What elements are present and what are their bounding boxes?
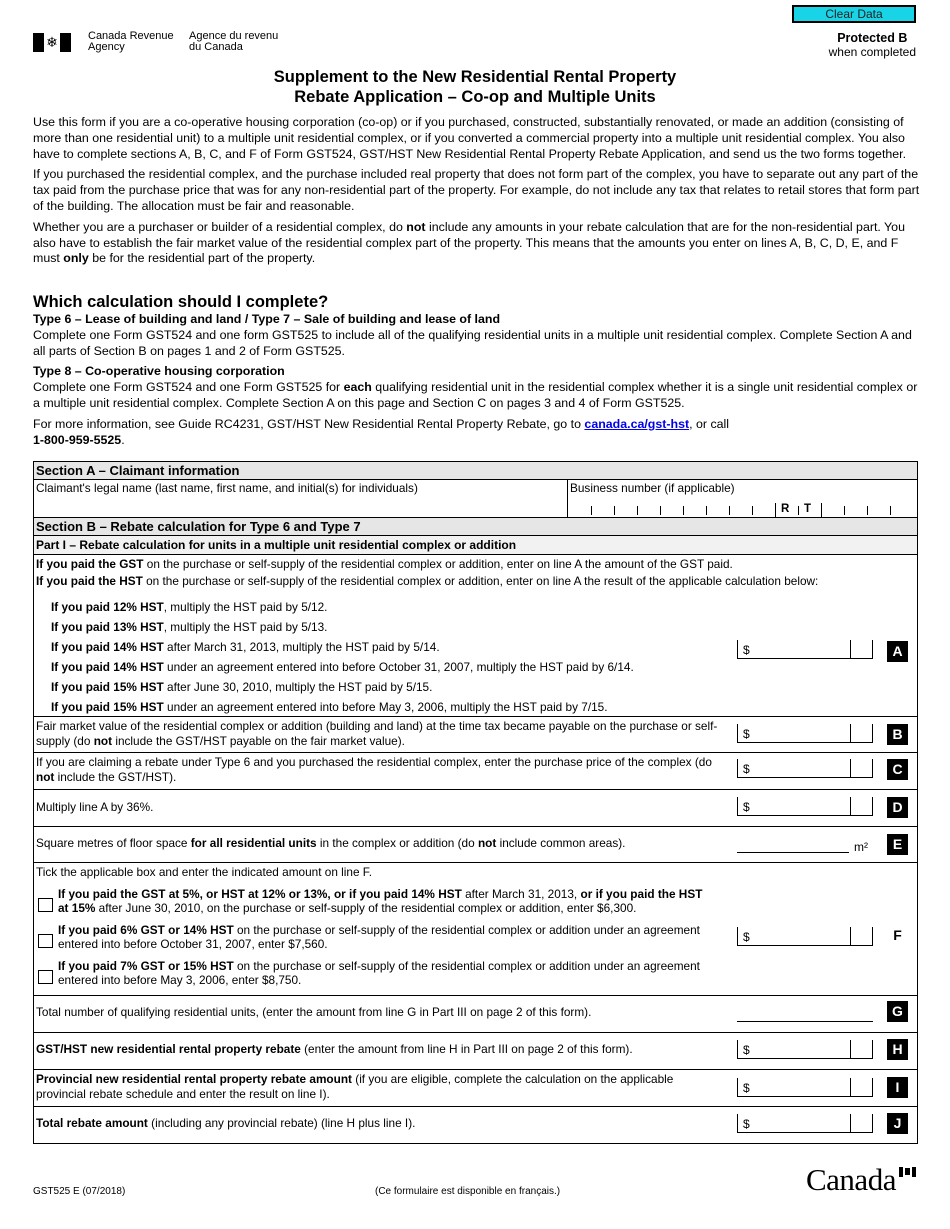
line-c-input[interactable]: $: [737, 759, 873, 778]
line-b-badge: B: [887, 724, 908, 745]
bn-t: T: [804, 502, 812, 515]
type8-heading: Type 8 – Co-operative housing corporatio…: [33, 364, 285, 379]
form-table: Section A – Claimant information Claiman…: [33, 461, 918, 1144]
line-f-row: Tick the applicable box and enter the in…: [34, 863, 917, 996]
agency-fr-line2: du Canada: [189, 41, 243, 53]
line-j-text: Total rebate amount (including any provi…: [36, 1116, 416, 1130]
hst-item: If you paid 14% HST under an agreement e…: [51, 660, 634, 674]
line-e-badge: E: [887, 834, 908, 855]
line-e-text: Square metres of floor space for all res…: [36, 836, 626, 850]
clear-data-button[interactable]: Clear Data: [792, 5, 916, 23]
line-f-option-1: If you paid the GST at 5%, or HST at 12%…: [34, 887, 714, 916]
section-a-header: Section A – Claimant information: [34, 462, 917, 480]
business-number-label: Business number (if applicable): [570, 481, 735, 495]
line-i-row: Provincial new residential rental proper…: [34, 1070, 917, 1107]
line-h-badge: H: [887, 1039, 908, 1060]
line-i-input[interactable]: $: [737, 1078, 873, 1097]
line-b-input[interactable]: $: [737, 724, 873, 743]
line-d-text: Multiply line A by 36%.: [36, 800, 154, 814]
type67-text: Complete one Form GST524 and one form GS…: [33, 327, 912, 358]
claimant-name-label: Claimant's legal name (last name, first …: [36, 481, 418, 495]
line-f-letter: F: [893, 927, 902, 943]
bn-r: R: [781, 502, 790, 515]
line-d-row: Multiply line A by 36%. $ D: [34, 790, 917, 827]
line-h-input[interactable]: $: [737, 1040, 873, 1059]
line-f-option-3: If you paid 7% GST or 15% HST on the pur…: [34, 959, 714, 988]
section-b-header: Section B – Rebate calculation for Type …: [34, 518, 917, 536]
option-3-checkbox[interactable]: [38, 969, 53, 984]
line-d-input[interactable]: $: [737, 797, 873, 816]
line-g-badge: G: [887, 1001, 908, 1022]
business-number-field[interactable]: Business number (if applicable) R T: [568, 480, 917, 517]
line-i-text: Provincial new residential rental proper…: [36, 1072, 674, 1101]
line-a-row: If you paid the GST on the purchase or s…: [34, 555, 917, 717]
part-1-header: Part I – Rebate calculation for units in…: [34, 536, 917, 555]
line-b-text: Fair market value of the residential com…: [36, 719, 718, 748]
wordmark-flag-icon: [899, 1167, 916, 1177]
canada-flag-icon: ❄: [33, 33, 71, 52]
gst-hst-link[interactable]: canada.ca/gst-hst: [584, 417, 689, 431]
line-j-input[interactable]: $: [737, 1114, 873, 1133]
protected-label: Protected B when completed: [829, 31, 916, 59]
form-code: GST525 E (07/2018): [33, 1186, 126, 1197]
hst-instruction: If you paid the HST on the purchase or s…: [36, 574, 819, 588]
title-line-2: Rebate Application – Co-op and Multiple …: [294, 88, 656, 106]
line-b-row: Fair market value of the residential com…: [34, 717, 917, 753]
protected-b: Protected B: [837, 31, 908, 45]
intro-paragraph-1: Use this form if you are a co-operative …: [33, 115, 907, 161]
line-g-input[interactable]: [737, 1003, 873, 1022]
agency-name-en: Canada Revenue Agency: [88, 31, 174, 53]
line-j-row: Total rebate amount (including any provi…: [34, 1107, 917, 1144]
type67-heading: Type 6 – Lease of building and land / Ty…: [33, 312, 501, 326]
more-info: For more information, see Guide RC4231, …: [33, 416, 730, 447]
claimant-name-field[interactable]: Claimant's legal name (last name, first …: [34, 480, 568, 517]
hst-item: If you paid 13% HST, multiply the HST pa…: [51, 620, 328, 634]
agency-name-fr: Agence du revenu du Canada: [189, 31, 278, 53]
form-title: Supplement to the New Residential Rental…: [0, 67, 950, 107]
option-2-checkbox[interactable]: [38, 933, 53, 948]
line-e-input[interactable]: [737, 834, 849, 853]
line-i-badge: I: [887, 1077, 908, 1098]
title-line-1: Supplement to the New Residential Rental…: [273, 68, 677, 86]
type8-text: Complete one Form GST524 and one Form GS…: [33, 380, 918, 410]
line-a-input[interactable]: $: [737, 640, 873, 659]
option-1-checkbox[interactable]: [38, 897, 53, 912]
hst-item: If you paid 12% HST, multiply the HST pa…: [51, 600, 328, 614]
intro-paragraph-3: Whether you are a purchaser or builder o…: [33, 219, 905, 266]
line-d-badge: D: [887, 797, 908, 818]
line-g-row: Total number of qualifying residential u…: [34, 996, 917, 1033]
line-h-row: GST/HST new residential rental property …: [34, 1033, 917, 1070]
business-number-boxes: R T: [568, 503, 917, 517]
line-c-row: If you are claiming a rebate under Type …: [34, 753, 917, 790]
protected-note: when completed: [828, 45, 916, 59]
line-g-text: Total number of qualifying residential u…: [36, 1005, 592, 1019]
intro-paragraph-2: If you purchased the residential complex…: [33, 167, 920, 213]
which-heading: Which calculation should I complete?: [33, 293, 329, 311]
agency-en-line2: Agency: [88, 41, 125, 53]
line-f-input[interactable]: $: [737, 927, 873, 946]
line-a-badge: A: [887, 641, 908, 662]
line-c-badge: C: [887, 759, 908, 780]
which-calculation: Which calculation should I complete? Typ…: [33, 292, 923, 453]
line-f-intro: Tick the applicable box and enter the in…: [36, 865, 372, 879]
phone-number: 1-800-959-5525: [33, 432, 122, 447]
line-e-row: Square metres of floor space for all res…: [34, 827, 917, 863]
gst-instruction: If you paid the GST on the purchase or s…: [36, 557, 733, 571]
line-h-text: GST/HST new residential rental property …: [36, 1042, 633, 1056]
french-availability-note: (Ce formulaire est disponible en françai…: [375, 1186, 561, 1197]
canada-wordmark: Canada: [806, 1162, 896, 1197]
hst-item: If you paid 15% HST under an agreement e…: [51, 700, 608, 714]
line-j-badge: J: [887, 1113, 908, 1134]
square-metres-unit: m²: [854, 840, 868, 854]
claimant-row: Claimant's legal name (last name, first …: [34, 480, 917, 518]
hst-item: If you paid 15% HST after June 30, 2010,…: [51, 680, 433, 694]
line-f-option-2: If you paid 6% GST or 14% HST on the pur…: [34, 923, 714, 952]
line-c-text: If you are claiming a rebate under Type …: [36, 755, 712, 784]
intro-text: Use this form if you are a co-operative …: [33, 115, 923, 272]
